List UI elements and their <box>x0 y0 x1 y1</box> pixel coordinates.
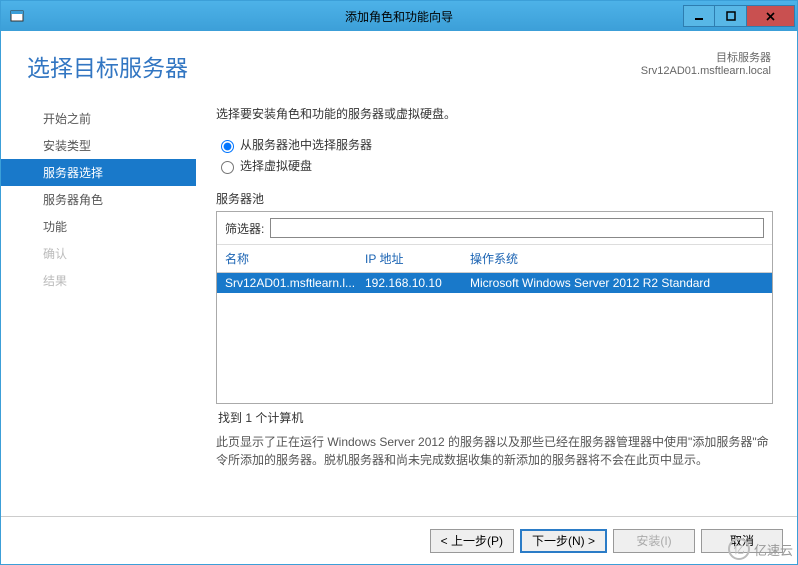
nav-server-roles[interactable]: 服务器角色 <box>1 186 196 213</box>
cancel-button[interactable]: 取消 <box>701 529 783 553</box>
content: 选择要安装角色和功能的服务器或虚拟硬盘。 从服务器池中选择服务器 选择虚拟硬盘 … <box>196 93 797 516</box>
radio-vhd-label: 选择虚拟硬盘 <box>240 157 312 174</box>
radio-vhd-input[interactable] <box>221 161 234 174</box>
nav-features[interactable]: 功能 <box>1 213 196 240</box>
pool-label: 服务器池 <box>216 190 773 207</box>
app-icon <box>7 6 27 26</box>
close-button[interactable] <box>747 5 795 27</box>
install-button: 安装(I) <box>613 529 695 553</box>
footer: < 上一步(P) 下一步(N) > 安装(I) 取消 <box>1 516 797 564</box>
nav-before-begin[interactable]: 开始之前 <box>1 105 196 132</box>
table-body[interactable]: Srv12AD01.msftlearn.l... 192.168.10.10 M… <box>217 273 772 403</box>
nav-install-type[interactable]: 安装类型 <box>1 132 196 159</box>
titlebar: 添加角色和功能向导 <box>1 1 797 31</box>
filter-label: 筛选器: <box>225 220 264 237</box>
count-text: 找到 1 个计算机 <box>216 404 773 431</box>
body: 选择目标服务器 目标服务器 Srv12AD01.msftlearn.local … <box>1 31 797 564</box>
table-header: 名称 IP 地址 操作系统 <box>217 245 772 273</box>
cell-name: Srv12AD01.msftlearn.l... <box>225 276 365 290</box>
server-pool: 筛选器: 名称 IP 地址 操作系统 Srv12AD01.msftlearn.l… <box>216 211 773 404</box>
sidebar: 开始之前 安装类型 服务器选择 服务器角色 功能 确认 结果 <box>1 93 196 516</box>
window-controls <box>683 5 795 27</box>
cell-ip: 192.168.10.10 <box>365 276 470 290</box>
filter-input[interactable] <box>270 218 764 238</box>
col-os[interactable]: 操作系统 <box>470 250 772 267</box>
description-text: 此页显示了正在运行 Windows Server 2012 的服务器以及那些已经… <box>216 433 773 469</box>
next-button[interactable]: 下一步(N) > <box>520 529 607 553</box>
target-value: Srv12AD01.msftlearn.local <box>641 65 771 77</box>
table-row[interactable]: Srv12AD01.msftlearn.l... 192.168.10.10 M… <box>217 273 772 293</box>
radio-server-pool-label: 从服务器池中选择服务器 <box>240 136 372 153</box>
radio-vhd[interactable]: 选择虚拟硬盘 <box>216 157 773 174</box>
intro-text: 选择要安装角色和功能的服务器或虚拟硬盘。 <box>216 105 773 122</box>
nav-server-selection[interactable]: 服务器选择 <box>1 159 196 186</box>
maximize-button[interactable] <box>715 5 747 27</box>
col-ip[interactable]: IP 地址 <box>365 250 470 267</box>
radio-server-pool-input[interactable] <box>221 140 234 153</box>
cell-os: Microsoft Windows Server 2012 R2 Standar… <box>470 276 772 290</box>
target-label: 目标服务器 <box>641 49 771 65</box>
target-info: 目标服务器 Srv12AD01.msftlearn.local <box>641 49 771 77</box>
main: 开始之前 安装类型 服务器选择 服务器角色 功能 确认 结果 选择要安装角色和功… <box>1 93 797 516</box>
radio-server-pool[interactable]: 从服务器池中选择服务器 <box>216 136 773 153</box>
nav-confirm: 确认 <box>1 240 196 267</box>
window-title: 添加角色和功能向导 <box>1 8 797 25</box>
page-title: 选择目标服务器 <box>27 49 641 83</box>
prev-button[interactable]: < 上一步(P) <box>430 529 514 553</box>
wizard-window: 添加角色和功能向导 选择目标服务器 目标服务器 Srv12AD01.msftle… <box>0 0 798 565</box>
header: 选择目标服务器 目标服务器 Srv12AD01.msftlearn.local <box>1 31 797 93</box>
filter-row: 筛选器: <box>217 212 772 245</box>
col-name[interactable]: 名称 <box>225 250 365 267</box>
minimize-button[interactable] <box>683 5 715 27</box>
nav-results: 结果 <box>1 267 196 294</box>
